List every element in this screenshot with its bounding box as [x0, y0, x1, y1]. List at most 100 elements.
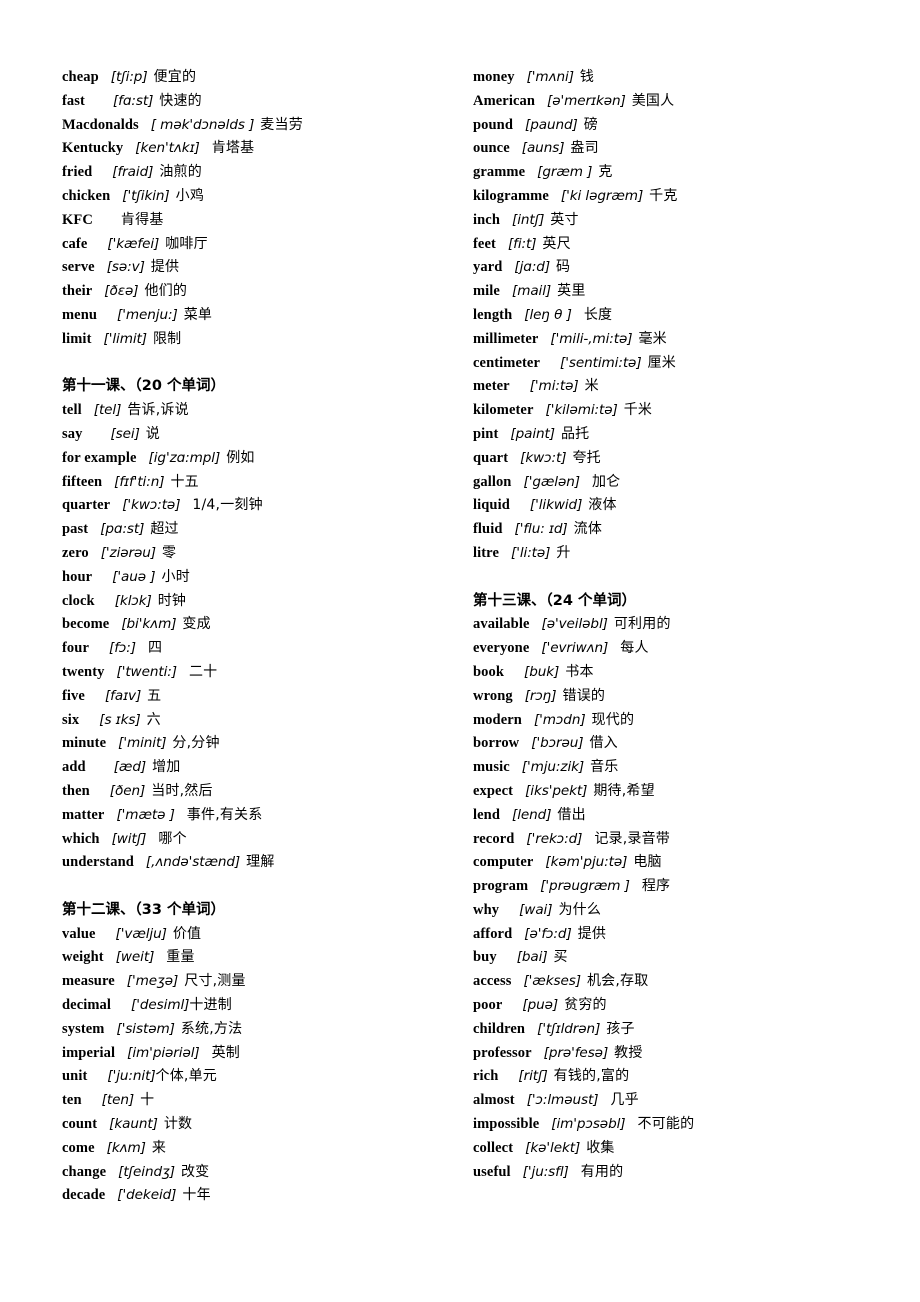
entry-translation: 为什么: [558, 901, 602, 918]
vocabulary-entry: four [fɔ:] 四: [62, 637, 435, 661]
entry-word: then: [62, 782, 90, 799]
vocabulary-entry: value ['vælju] 价值: [62, 923, 435, 947]
entry-word: five: [62, 687, 85, 704]
entry-translation: 现代的: [591, 711, 635, 728]
entry-translation: 英寸: [550, 211, 579, 228]
entry-translation: 来: [151, 1139, 167, 1156]
vocabulary-entry: fluid ['flu: ɪd] 流体: [473, 518, 870, 542]
entry-translation: 五: [147, 687, 162, 704]
entry-translation: 毫米: [638, 330, 667, 347]
entry-translation: 升: [556, 544, 571, 561]
entry-phonetic: ['sistəm]: [116, 1020, 175, 1037]
entry-translation: 期待,希望: [593, 782, 655, 799]
entry-translation: 千米: [623, 402, 653, 419]
vocabulary-entry: quarter ['kwɔ:tə] 1/4,一刻钟: [62, 494, 435, 518]
entry-translation: 错误的: [562, 687, 606, 704]
vocabulary-entry: record ['rekɔ:d] 记录,录音带: [473, 828, 870, 852]
entry-translation: 时钟: [157, 592, 187, 609]
entry-phonetic: [buk]: [524, 663, 560, 680]
vocabulary-entry: change [tʃeindʒ] 改变: [62, 1161, 435, 1185]
vocabulary-entry: collect [kə'lekt] 收集: [473, 1137, 870, 1161]
entry-translation: 二十: [188, 663, 218, 680]
entry-phonetic: [faɪv]: [104, 687, 142, 704]
entry-word: wrong: [473, 687, 513, 704]
entry-phonetic: [paund]: [525, 116, 578, 133]
entry-phonetic: [tel]: [93, 402, 122, 419]
entry-phonetic: [ mək'dɔnəlds ]: [150, 116, 255, 133]
vocabulary-entry: professor [prə'fesə] 教授: [473, 1042, 870, 1066]
vocabulary-entry: menu ['menju:] 菜单: [62, 304, 435, 328]
entry-word: everyone: [473, 640, 530, 657]
vocabulary-page: cheap [tʃi:p] 便宜的 fast [fɑ:st] 快速的 Macdonalds […: [0, 0, 920, 1302]
vocabulary-entry: buy [bai] 买: [473, 946, 870, 970]
vocabulary-entry: wrong [rɔŋ] 错误的: [473, 685, 870, 709]
entry-word: twenty: [62, 663, 105, 680]
entry-phonetic: ['dekeid]: [117, 1187, 177, 1204]
vocabulary-entry: rich [ritʃ] 有钱的,富的: [473, 1065, 870, 1089]
entry-phonetic: [tʃeindʒ]: [118, 1163, 175, 1180]
vocabulary-entry: centimeter ['sentimi:tə] 厘米: [473, 352, 870, 376]
vocabulary-entry: tell [tel] 告诉,诉说: [62, 399, 435, 423]
entry-phonetic: [tʃi:p]: [110, 69, 148, 85]
vocabulary-entry: poor [puə] 贫穷的: [473, 994, 870, 1018]
entry-word: money: [473, 69, 515, 85]
vocabulary-entry: weight [weit] 重量: [62, 946, 435, 970]
entry-word: for example: [62, 449, 137, 466]
entry-phonetic: [iks'pekt]: [525, 782, 588, 799]
entry-word: gallon: [473, 473, 512, 490]
entry-phonetic: [intʃ]: [512, 211, 545, 228]
entry-phonetic: [prə'fesə]: [543, 1044, 609, 1061]
entry-phonetic: ['twenti:]: [116, 663, 177, 680]
entry-word: become: [62, 616, 110, 633]
entry-translation: 变成: [182, 616, 211, 633]
entry-translation: 尺寸,测量: [184, 973, 246, 990]
entry-translation: 分,分钟: [172, 735, 220, 752]
vocabulary-entry: zero ['ziərəu] 零: [62, 542, 435, 566]
entry-word: minute: [62, 735, 107, 752]
entry-word: program: [473, 878, 529, 895]
entry-phonetic: ['vælju]: [115, 925, 167, 942]
vocabulary-entry: expect [iks'pekt] 期待,希望: [473, 780, 870, 804]
entry-translation: 借入: [589, 735, 618, 752]
entry-word: four: [62, 640, 89, 657]
entry-word: ten: [62, 1092, 82, 1109]
entry-translation: 油煎的: [159, 164, 202, 181]
entry-phonetic: [fɪf'ti:n]: [114, 473, 165, 490]
entry-phonetic: [sə:v]: [106, 259, 145, 276]
entry-word: quart: [473, 449, 509, 466]
entry-phonetic: [lend]: [512, 806, 552, 823]
entry-phonetic: ['rekɔ:d]: [526, 830, 583, 847]
entry-word: record: [473, 830, 515, 847]
two-column-layout: cheap [tʃi:p] 便宜的 fast [fɑ:st] 快速的 Macdonalds […: [0, 66, 920, 1208]
entry-translation: 夸托: [572, 449, 601, 466]
entry-translation: 超过: [150, 521, 179, 538]
entry-translation: 肯得基: [120, 211, 164, 228]
entry-translation: 提供: [150, 259, 180, 276]
entry-phonetic: [ritʃ]: [518, 1068, 548, 1085]
entry-translation: 十五: [170, 473, 199, 490]
entry-translation: 盎司: [570, 140, 599, 157]
vocabulary-entry: chicken ['tʃikin] 小鸡: [62, 185, 435, 209]
entry-phonetic: ['mi:tə]: [529, 378, 579, 395]
entry-word: which: [62, 830, 100, 847]
entry-translation: 改变: [180, 1163, 210, 1180]
vocabulary-entry: useful ['ju:sfl] 有用的: [473, 1161, 870, 1185]
vocabulary-entry: almost ['ɔ:lməust] 几乎: [473, 1089, 870, 1113]
entry-translation: 有用的: [580, 1163, 624, 1180]
entry-translation: 1/4,一刻钟: [192, 497, 263, 514]
entry-translation: 音乐: [590, 759, 619, 776]
entry-word: value: [62, 925, 96, 942]
entry-phonetic: ['evriwʌn]: [541, 640, 609, 657]
entry-phonetic: ['li:tə]: [511, 544, 551, 561]
entry-translation: 便宜的: [153, 69, 197, 85]
entry-translation: 孩子: [606, 1020, 635, 1037]
entry-phonetic: ['mætə ]: [116, 806, 175, 823]
vocabulary-entry: say [sei] 说: [62, 423, 435, 447]
entry-translation: 钱: [579, 69, 595, 85]
entry-translation: 麦当劳: [260, 116, 303, 133]
vocabulary-entry: mile [mail] 英里: [473, 280, 870, 304]
vocabulary-entry: fried [fraid] 油煎的: [62, 161, 435, 185]
entry-translation: 说: [145, 425, 160, 442]
vocabulary-entry: liquid ['likwid] 液体: [473, 494, 870, 518]
